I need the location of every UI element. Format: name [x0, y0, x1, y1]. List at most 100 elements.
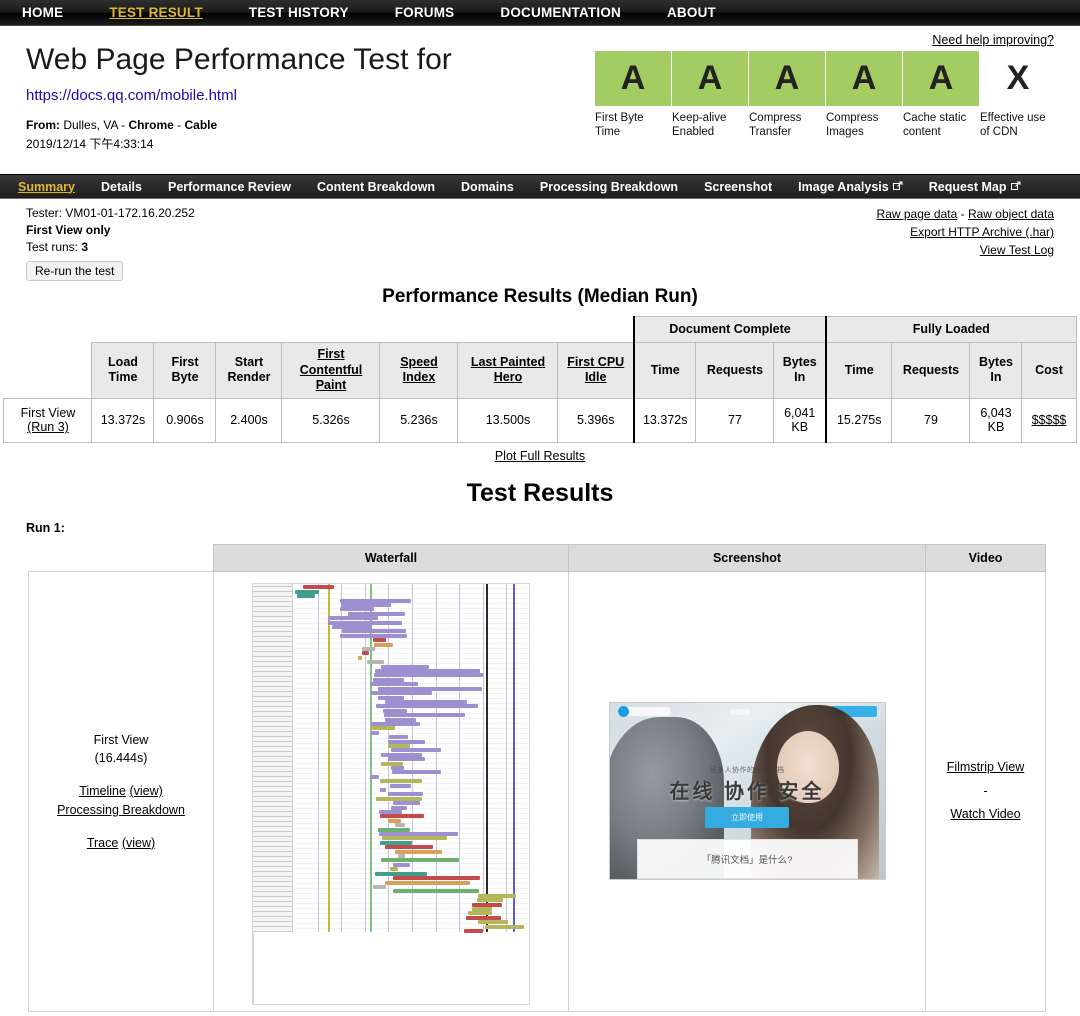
- tab-label: Summary: [18, 179, 75, 194]
- plot-full-results-link[interactable]: Plot Full Results: [495, 449, 585, 463]
- cell-first-contentful-paint: 5.326s: [281, 397, 381, 443]
- topnav-item-test-history[interactable]: TEST HISTORY: [249, 5, 349, 20]
- test-info-strip: Tester: VM01-01-172.16.20.252 First View…: [0, 199, 1080, 282]
- waterfall-request-bar: [374, 673, 483, 678]
- waterfall-request-bar: [380, 664, 429, 669]
- column-header-last-painted-hero[interactable]: Last Painted Hero: [457, 342, 559, 399]
- waterfall-request-bar: [332, 625, 372, 630]
- topnav-item-about[interactable]: ABOUT: [667, 5, 716, 20]
- waterfall-request-bar: [394, 823, 405, 828]
- topnav-item-forums[interactable]: FORUMS: [395, 5, 455, 20]
- waterfall-request-bar: [357, 655, 363, 660]
- tab-image-analysis[interactable]: Image Analysis: [798, 180, 903, 194]
- test-runs-label: Test runs:: [26, 240, 82, 255]
- topnav-item-documentation[interactable]: DOCUMENTATION: [500, 5, 621, 20]
- waterfall-request-bar: [394, 849, 442, 854]
- waterfall-request-bar: [378, 832, 459, 837]
- thumb-logo-icon: [617, 706, 670, 718]
- plot-full-results-row: Plot Full Results: [0, 447, 1080, 465]
- waterfall-request-bar: [370, 726, 396, 731]
- page-screenshot-thumbnail[interactable]: 可多人协作的在线文档 在线 协作 安全 立即使用 「腾讯文档」是什么?: [608, 702, 886, 881]
- tab-details[interactable]: Details: [101, 180, 142, 194]
- watch-video-link[interactable]: Watch Video: [950, 807, 1020, 821]
- column-header-first-cpu-idle[interactable]: First CPU Idle: [557, 342, 635, 399]
- processing-breakdown-link[interactable]: Processing Breakdown: [57, 803, 185, 817]
- waterfall-gridline: [317, 584, 319, 933]
- page-header: Need help improving? A First Byte Time A Ke…: [0, 26, 1080, 174]
- tab-summary[interactable]: Summary: [18, 180, 75, 194]
- tab-label: Processing Breakdown: [539, 179, 679, 194]
- export-http-archive-link[interactable]: Export HTTP Archive (.har): [910, 225, 1054, 239]
- topnav-item-test-result[interactable]: TEST RESULT: [109, 5, 202, 20]
- trace-view-link[interactable]: (view): [122, 836, 155, 850]
- cell-cost[interactable]: $$$$$: [1021, 397, 1077, 443]
- from-connection: Cable: [184, 118, 218, 132]
- grade-letter-1: A: [672, 51, 748, 106]
- runs-header-spacer: [29, 544, 214, 571]
- grade-summary: A First Byte Time A Keep-alive Enabled A Comp…: [594, 51, 1056, 140]
- runs-header-waterfall: Waterfall: [213, 543, 569, 572]
- waterfall-request-bar: [392, 801, 420, 806]
- cell-speed-index: 5.236s: [379, 397, 459, 443]
- run-3-link[interactable]: (Run 3): [27, 420, 69, 434]
- waterfall-request-bar: [392, 862, 410, 867]
- cell-fl-time: 15.275s: [824, 397, 893, 443]
- cost-link[interactable]: $$$$$: [1032, 413, 1067, 427]
- tab-screenshot[interactable]: Screenshot: [704, 180, 772, 194]
- tab-domains[interactable]: Domains: [461, 180, 514, 194]
- external-link-icon: [1010, 180, 1021, 194]
- from-sep-2: -: [173, 118, 185, 132]
- topnav-item-home[interactable]: HOME: [22, 5, 63, 20]
- row-label-run-link[interactable]: (Run 3): [6, 420, 89, 434]
- waterfall-request-bar: [303, 585, 335, 590]
- tab-content-breakdown[interactable]: Content Breakdown: [317, 180, 435, 194]
- waterfall-request-bar: [383, 713, 465, 718]
- waterfall-request-bar: [388, 757, 426, 762]
- column-header-speed-index[interactable]: Speed Index: [379, 342, 459, 399]
- screenshot-cell[interactable]: 可多人协作的在线文档 在线 协作 安全 立即使用 「腾讯文档」是什么?: [568, 570, 926, 1012]
- watch-video-row: Watch Video: [927, 803, 1044, 827]
- tab-request-map[interactable]: Request Map: [929, 180, 1021, 194]
- need-help-improving-link[interactable]: Need help improving?: [932, 33, 1054, 47]
- view-test-log-link[interactable]: View Test Log: [980, 243, 1054, 257]
- grade-compress-transfer: A Compress Transfer: [749, 51, 825, 140]
- tab-processing-breakdown[interactable]: Processing Breakdown: [540, 180, 678, 194]
- from-browser: Chrome: [128, 118, 174, 132]
- waterfall-request-bar: [373, 642, 394, 647]
- table-row: First View (16.444s) Timeline (view) Pro…: [28, 570, 1046, 1012]
- waterfall-request-bar: [385, 845, 433, 850]
- first-view-gap-1: [30, 768, 212, 782]
- raw-page-data-link[interactable]: Raw page data: [877, 207, 958, 221]
- column-header-dc-time: Time: [632, 342, 697, 399]
- grade-effective-use-of-cdn: X Effective use of CDN: [980, 51, 1056, 140]
- runs-header-video: Video: [925, 543, 1046, 572]
- waterfall-request-bar: [371, 691, 433, 696]
- tab-label: Domains: [461, 179, 514, 194]
- column-header-first-contentful-paint[interactable]: First Contentful Paint: [281, 342, 381, 399]
- tab-performance-review[interactable]: Performance Review: [168, 180, 291, 194]
- waterfall-request-bar: [377, 695, 404, 700]
- grade-first-byte-time: A First Byte Time: [595, 51, 671, 140]
- waterfall-request-bar: [465, 915, 502, 920]
- timeline-row: Timeline (view): [30, 782, 212, 801]
- raw-object-data-link[interactable]: Raw object data: [968, 207, 1054, 221]
- waterfall-request-bar: [380, 752, 423, 757]
- timeline-view-link[interactable]: (view): [129, 784, 162, 798]
- cell-first-cpu-idle: 5.396s: [557, 397, 635, 443]
- timeline-link[interactable]: Timeline: [79, 784, 126, 798]
- waterfall-request-bar: [362, 647, 375, 652]
- waterfall-cell[interactable]: [213, 570, 569, 1012]
- waterfall-request-bar: [393, 889, 479, 894]
- group-header-document-complete: Document Complete: [632, 316, 827, 343]
- cell-dc-bytes-in: 6,041 KB: [773, 397, 827, 443]
- cell-fl-requests: 79: [891, 397, 971, 443]
- waterfall-request-bar: [379, 788, 387, 792]
- waterfall-marker-document-complete: [485, 584, 488, 933]
- trace-link[interactable]: Trace: [87, 836, 119, 850]
- waterfall-request-bar: [369, 682, 418, 687]
- filmstrip-view-link[interactable]: Filmstrip View: [947, 760, 1025, 774]
- cell-dc-time: 13.372s: [632, 397, 697, 443]
- waterfall-chart-thumbnail[interactable]: [252, 583, 530, 1006]
- test-runs-value: 3: [81, 240, 89, 255]
- re-run-test-button[interactable]: Re-run the test: [26, 261, 124, 282]
